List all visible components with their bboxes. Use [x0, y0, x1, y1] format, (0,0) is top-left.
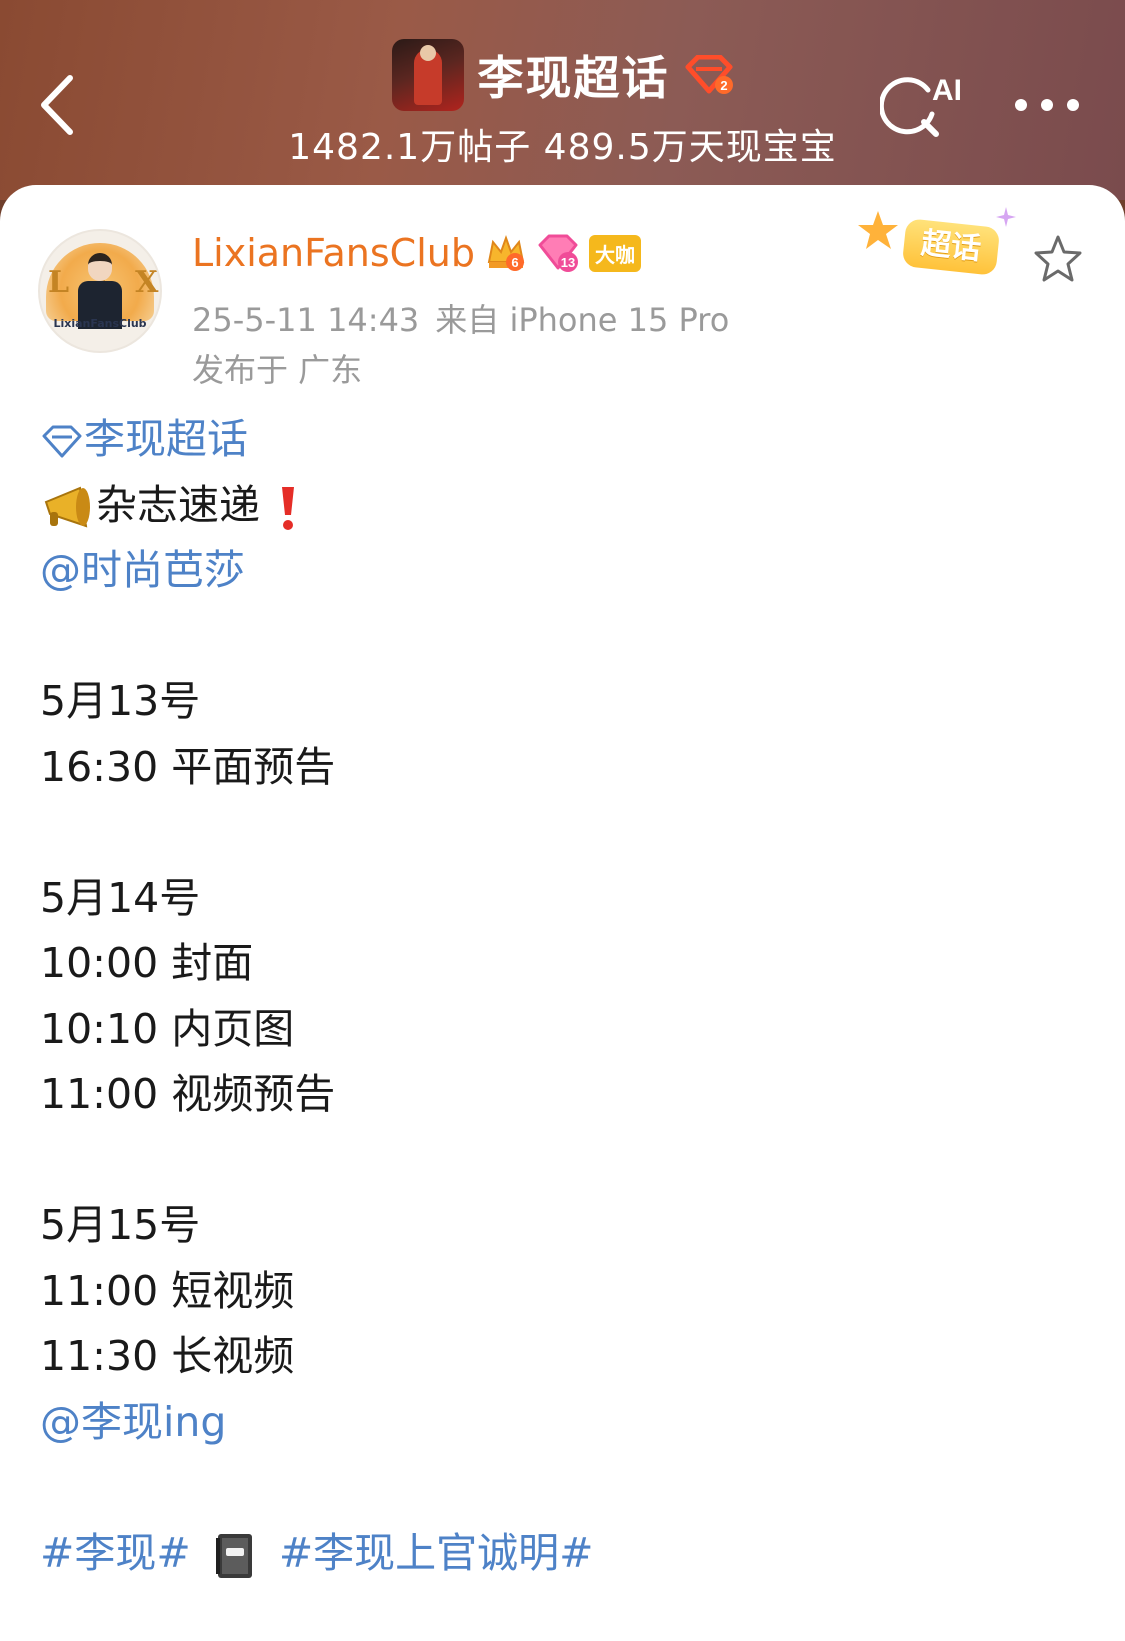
schedule-date: 5月13号	[40, 677, 201, 725]
mention-link[interactable]: @时尚芭莎	[40, 546, 245, 594]
topic-level-gem-icon: 2	[685, 55, 733, 94]
role-badge: 大咖	[588, 234, 641, 272]
schedule-date: 5月14号	[40, 873, 201, 922]
schedule-date: 5月15号	[40, 1201, 201, 1249]
schedule-item: 16:30 平面预告	[40, 742, 336, 791]
topic-header: 李现超话 2 1482.1万帖子 489.5万天现宝宝 AI	[0, 0, 1125, 200]
sparkle-icon	[996, 207, 1016, 227]
more-options-button[interactable]	[1015, 90, 1095, 120]
post-location: 发布于 广东	[192, 351, 363, 389]
schedule-item: 11:00 短视频	[40, 1266, 295, 1315]
mention-link[interactable]: @李现ing	[40, 1398, 226, 1446]
dot-icon	[1067, 99, 1079, 111]
schedule-item: 10:00 封面	[40, 939, 254, 987]
post-source: 来自 iPhone 15 Pro	[435, 301, 730, 339]
ai-search-button[interactable]: AI	[878, 70, 962, 140]
notebook-icon	[215, 1533, 252, 1578]
svg-text:13: 13	[561, 255, 575, 270]
chaohua-sticker: 超话	[856, 207, 1026, 287]
topic-link[interactable]: 李现超话	[40, 415, 248, 463]
crown-badge-icon: 6	[487, 235, 525, 271]
author-avatar[interactable]: LIXIAN LixianFansClub	[38, 229, 162, 353]
author-name[interactable]: LixianFansClub	[192, 231, 475, 275]
dot-icon	[1015, 99, 1027, 111]
diamond-topic-icon	[42, 425, 82, 458]
hashtag-link[interactable]: #李现#	[40, 1529, 191, 1577]
post-meta: 25-5-11 14:43 来自 iPhone 15 Pro 发布于 广东	[192, 295, 729, 395]
avatar-club-label: LixianFansClub	[53, 317, 147, 330]
svg-text:6: 6	[511, 255, 518, 270]
post-timestamp: 25-5-11 14:43	[192, 301, 420, 339]
topic-cover-image	[391, 39, 464, 111]
gem-badge-icon: 13	[538, 234, 578, 272]
exclamation-icon	[282, 486, 295, 530]
dot-icon	[1041, 99, 1053, 111]
svg-text:2: 2	[720, 78, 727, 93]
svg-text:AI: AI	[932, 74, 960, 107]
ai-search-icon: AI	[878, 74, 962, 137]
announce-text: 杂志速递	[96, 480, 260, 529]
author-row: LixianFansClub 6 13 大咖	[192, 231, 641, 275]
topic-title: 李现超话	[477, 51, 670, 105]
hashtag-link[interactable]: #李现上官诚明#	[279, 1529, 594, 1577]
schedule-item: 11:00 视频预告	[40, 1070, 336, 1118]
schedule-item: 11:30 长视频	[40, 1332, 295, 1380]
post-body: 李现超话 杂志速递 @时尚芭莎 5月13号 16:30 平面预告 5月14号 1…	[40, 407, 1080, 1586]
schedule-item: 10:10 内页图	[40, 1004, 295, 1053]
star-outline-icon	[1034, 235, 1082, 282]
post-card: LIXIAN LixianFansClub LixianFansClub 6 1…	[0, 185, 1125, 1641]
favorite-button[interactable]	[1032, 233, 1084, 285]
megaphone-icon	[44, 486, 90, 527]
chaohua-label: 超话	[901, 218, 1001, 276]
